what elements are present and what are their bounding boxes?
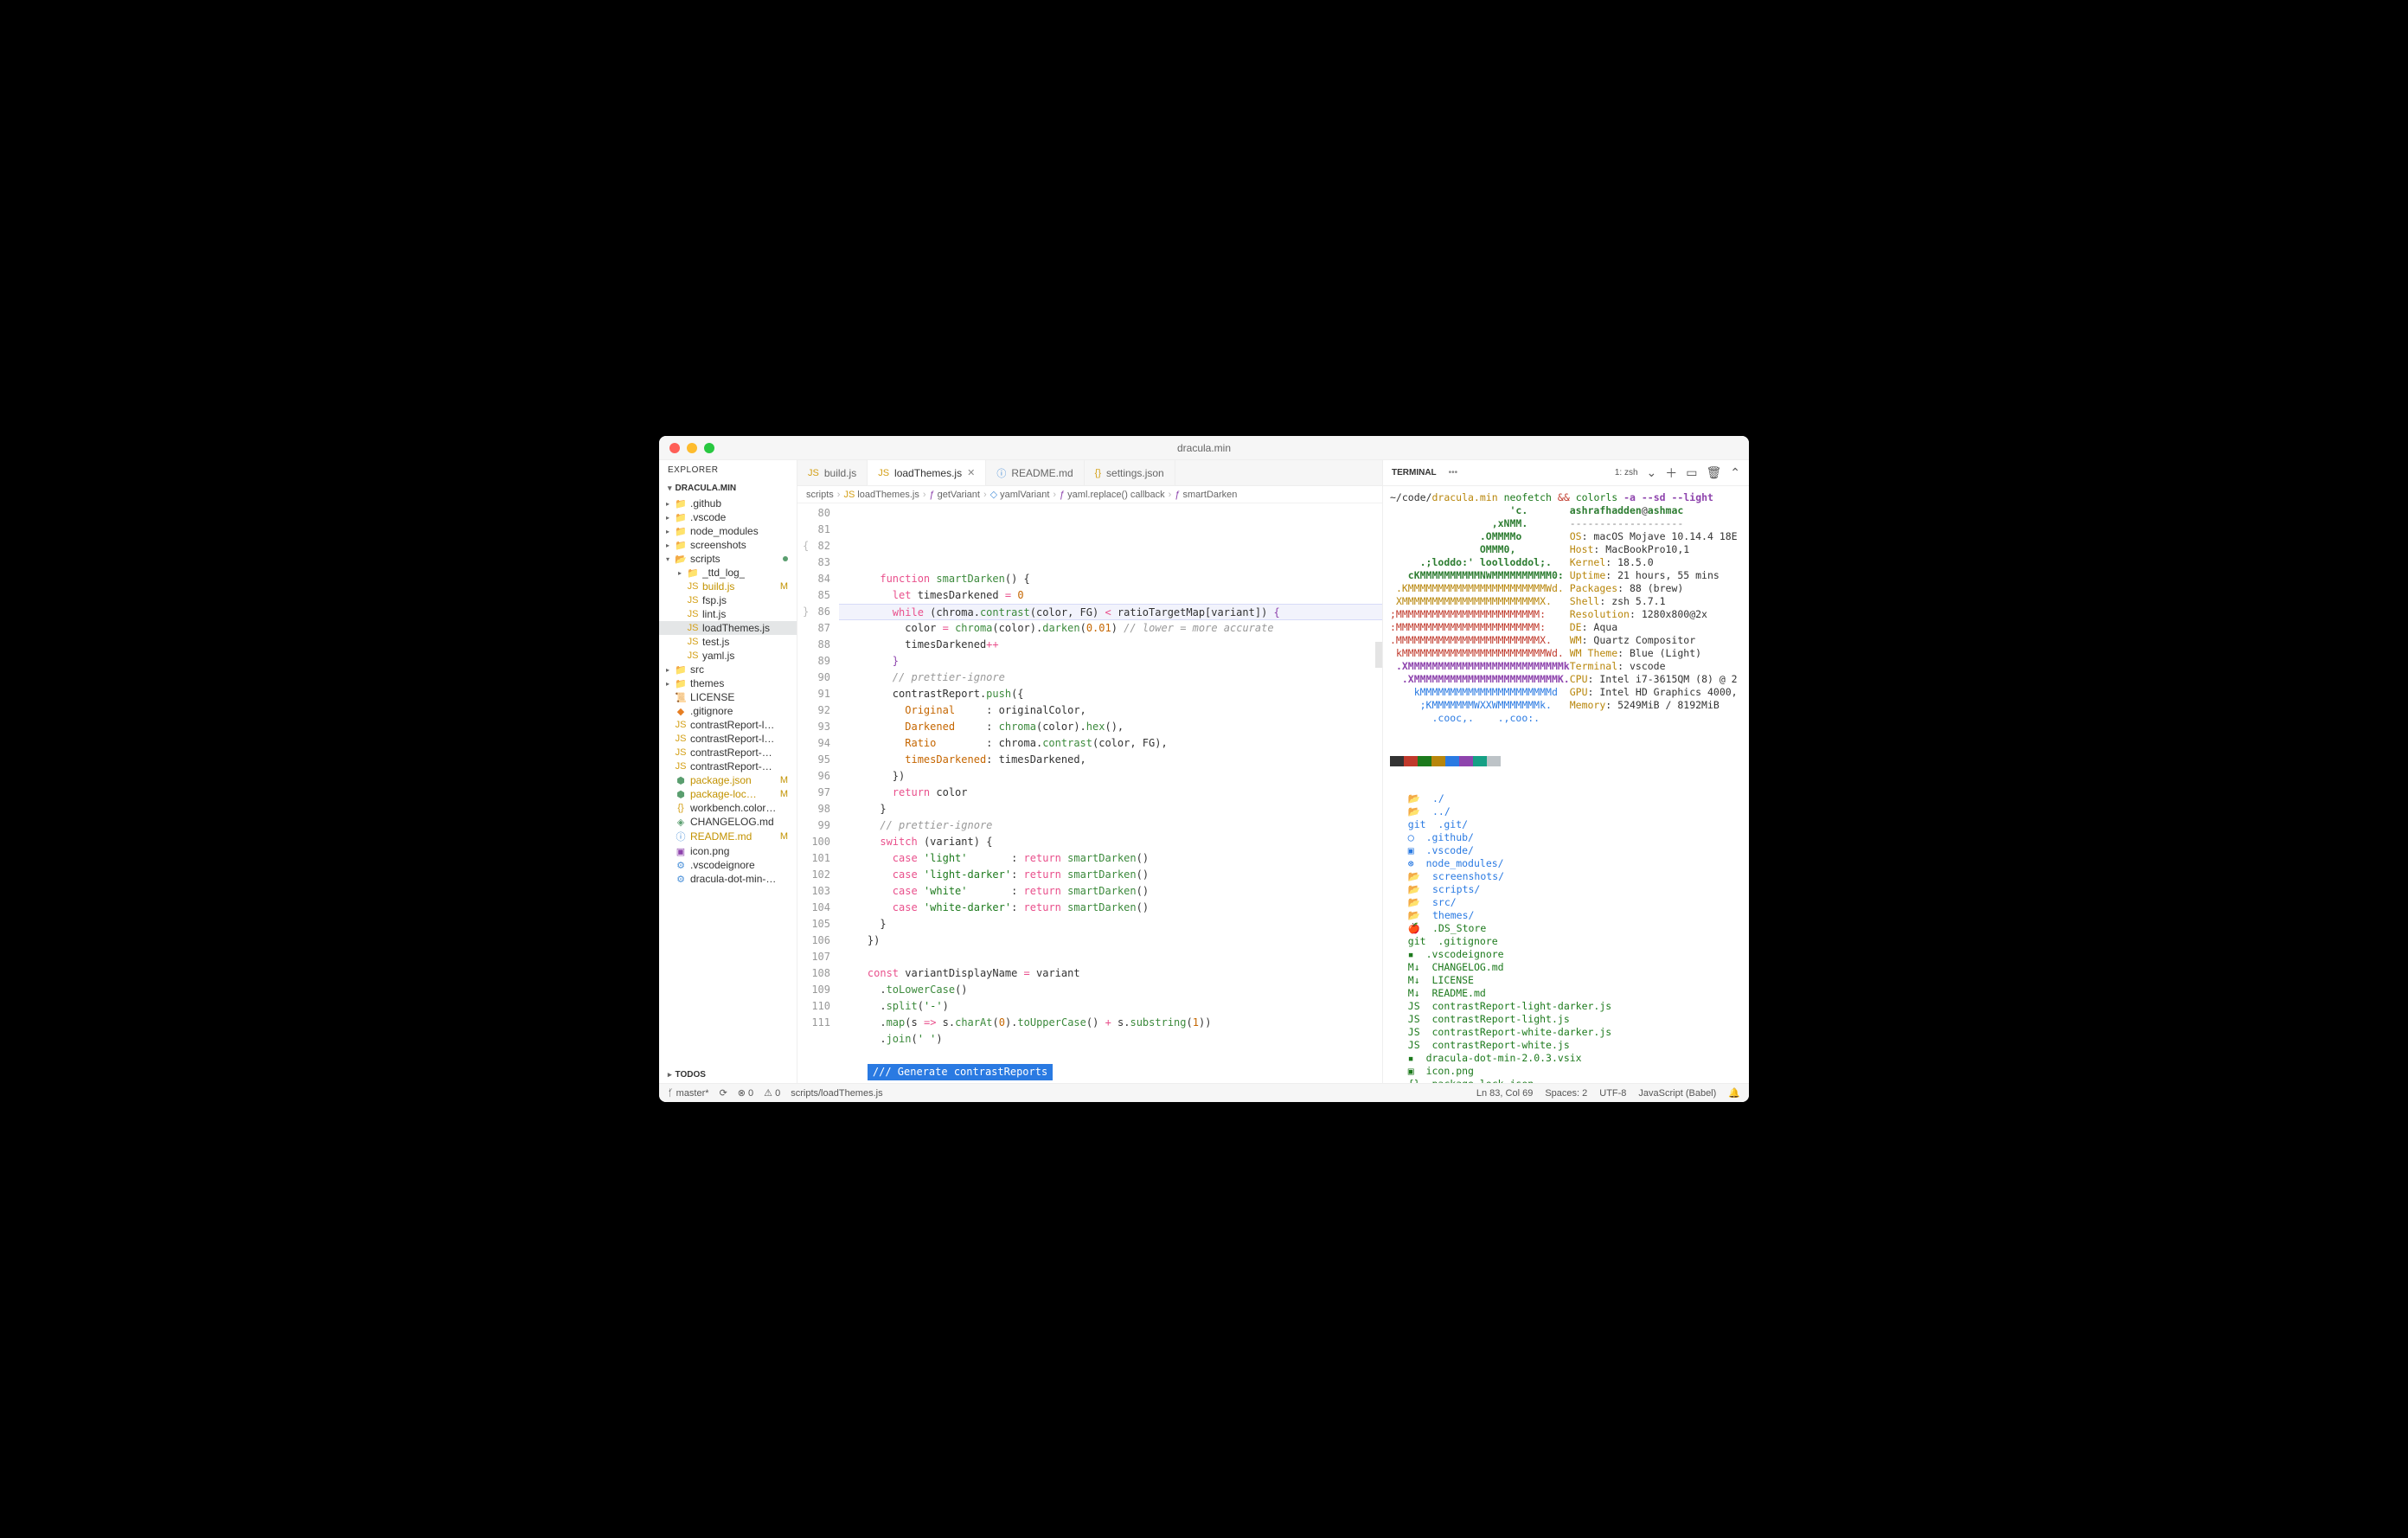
tree-item[interactable]: JSbuild.jsM (659, 580, 797, 593)
language-mode[interactable]: JavaScript (Babel) (1638, 1088, 1716, 1099)
bell-icon[interactable]: 🔔 (1728, 1087, 1740, 1099)
breadcrumbs[interactable]: scripts›JSloadThemes.js›ƒgetVariant›◇yam… (797, 486, 1382, 503)
tree-item[interactable]: JSloadThemes.js (659, 621, 797, 635)
kill-terminal-icon[interactable]: 🗑 (1706, 465, 1721, 480)
more-icon[interactable]: ••• (1449, 468, 1458, 477)
maximize-window[interactable] (704, 443, 714, 453)
project-header[interactable]: ▾ DRACULA.MIN (659, 480, 797, 497)
tree-item[interactable]: ◆.gitignore (659, 704, 797, 718)
minimize-window[interactable] (687, 443, 697, 453)
minimap-indicator[interactable] (1375, 642, 1382, 668)
titlebar: dracula.min (659, 436, 1749, 460)
code-editor[interactable]: 8081{82838485}86878889909192939495969798… (797, 503, 1382, 1083)
explorer-title: EXPLORER (659, 460, 797, 480)
statusbar: ᚶ master* ⟳ ⊗ 0 ⚠ 0 scripts/loadThemes.j… (659, 1083, 1749, 1102)
terminal-panel: TERMINAL ••• 1: zsh ⌄ ＋ ▭ 🗑 ⌃ ~/code/dra… (1382, 460, 1749, 1083)
tree-item[interactable]: ▣icon.png (659, 844, 797, 858)
window-title: dracula.min (1177, 442, 1231, 454)
tree-item[interactable]: ▸📁themes (659, 676, 797, 690)
close-window[interactable] (669, 443, 680, 453)
file-path: scripts/loadThemes.js (791, 1088, 882, 1099)
todos-header[interactable]: ▸ TODOS (659, 1067, 797, 1083)
terminal-header: TERMINAL ••• 1: zsh ⌄ ＋ ▭ 🗑 ⌃ (1383, 460, 1749, 486)
line-gutter: 8081{82838485}86878889909192939495969798… (797, 503, 839, 1083)
tree-item[interactable]: JSlint.js (659, 607, 797, 621)
indent-setting[interactable]: Spaces: 2 (1545, 1088, 1587, 1099)
hide-panel-icon[interactable]: ⌃ (1730, 465, 1740, 480)
code-content[interactable]: function smartDarken() { let timesDarken… (839, 503, 1382, 1083)
dropdown-icon[interactable]: ⌄ (1647, 465, 1657, 480)
tree-item[interactable]: ⚙.vscodeignore (659, 858, 797, 872)
breadcrumb-item[interactable]: ƒsmartDarken (1175, 490, 1237, 500)
tree-item[interactable]: ◈CHANGELOG.md (659, 815, 797, 829)
encoding[interactable]: UTF-8 (1599, 1088, 1626, 1099)
tree-item[interactable]: JSfsp.js (659, 593, 797, 607)
editor-tabs: JSbuild.jsJSloadThemes.js✕ⓘREADME.md{}se… (797, 460, 1382, 486)
tree-item[interactable]: JScontrastReport-… (659, 759, 797, 773)
sync-icon[interactable]: ⟳ (720, 1087, 727, 1099)
chevron-down-icon: ▾ (668, 484, 672, 493)
new-terminal-icon[interactable]: ＋ (1665, 465, 1677, 482)
tree-item[interactable]: JScontrastReport-… (659, 746, 797, 759)
close-tab-icon[interactable]: ✕ (967, 467, 975, 478)
tree-item[interactable]: ▸📁node_modules (659, 524, 797, 538)
tree-item[interactable]: ▸📁src (659, 663, 797, 676)
tree-item[interactable]: ▸📁.vscode (659, 510, 797, 524)
tree-item[interactable]: ⬢package-loc…M (659, 787, 797, 801)
errors-count[interactable]: ⊗ 0 (738, 1087, 753, 1099)
editor-tab[interactable]: {}settings.json (1085, 460, 1175, 485)
tree-item[interactable]: ⬢package.jsonM (659, 773, 797, 787)
tree-item[interactable]: ⓘREADME.mdM (659, 829, 797, 844)
breadcrumb-item[interactable]: JSloadThemes.js (843, 490, 919, 500)
tree-item[interactable]: JSyaml.js (659, 649, 797, 663)
chevron-right-icon: ▸ (668, 1070, 672, 1080)
tree-item[interactable]: ▸📁.github (659, 497, 797, 510)
split-terminal-icon[interactable]: ▭ (1686, 465, 1697, 480)
traffic-lights (669, 443, 714, 453)
terminal-content[interactable]: ~/code/dracula.min neofetch && colorls -… (1383, 486, 1749, 1083)
vscode-window: dracula.min EXPLORER ▾ DRACULA.MIN ▸📁.gi… (659, 436, 1749, 1102)
file-tree: ▸📁.github▸📁.vscode▸📁node_modules▸📁screen… (659, 497, 797, 1067)
tree-item[interactable]: ▸📁_ttd_log_ (659, 566, 797, 580)
todos-label: TODOS (676, 1070, 706, 1080)
tree-item[interactable]: JScontrastReport-l… (659, 718, 797, 732)
tree-item[interactable]: JStest.js (659, 635, 797, 649)
tree-item[interactable]: {}workbench.color… (659, 801, 797, 815)
editor-tab[interactable]: JSloadThemes.js✕ (868, 460, 986, 485)
tree-item[interactable]: ▾📂scripts (659, 552, 797, 566)
breadcrumb-item[interactable]: scripts (806, 490, 834, 500)
terminal-select[interactable]: 1: zsh (1615, 468, 1638, 477)
editor-tab[interactable]: ⓘREADME.md (986, 460, 1084, 485)
breadcrumb-item[interactable]: ƒyaml.replace() callback (1060, 490, 1165, 500)
explorer-sidebar: EXPLORER ▾ DRACULA.MIN ▸📁.github▸📁.vscod… (659, 460, 797, 1083)
tree-item[interactable]: 📜LICENSE (659, 690, 797, 704)
editor-area: JSbuild.jsJSloadThemes.js✕ⓘREADME.md{}se… (797, 460, 1382, 1083)
warnings-count[interactable]: ⚠ 0 (764, 1087, 780, 1099)
project-name: DRACULA.MIN (676, 484, 737, 493)
tree-item[interactable]: JScontrastReport-l… (659, 732, 797, 746)
breadcrumb-item[interactable]: ƒgetVariant (930, 490, 980, 500)
tree-item[interactable]: ▸📁screenshots (659, 538, 797, 552)
terminal-tab[interactable]: TERMINAL (1392, 468, 1437, 477)
git-branch[interactable]: ᚶ master* (668, 1088, 709, 1099)
body: EXPLORER ▾ DRACULA.MIN ▸📁.github▸📁.vscod… (659, 460, 1749, 1083)
editor-tab[interactable]: JSbuild.js (797, 460, 868, 485)
cursor-position[interactable]: Ln 83, Col 69 (1476, 1088, 1533, 1099)
tree-item[interactable]: ⚙dracula-dot-min-… (659, 872, 797, 886)
breadcrumb-item[interactable]: ◇yamlVariant (990, 489, 1050, 500)
